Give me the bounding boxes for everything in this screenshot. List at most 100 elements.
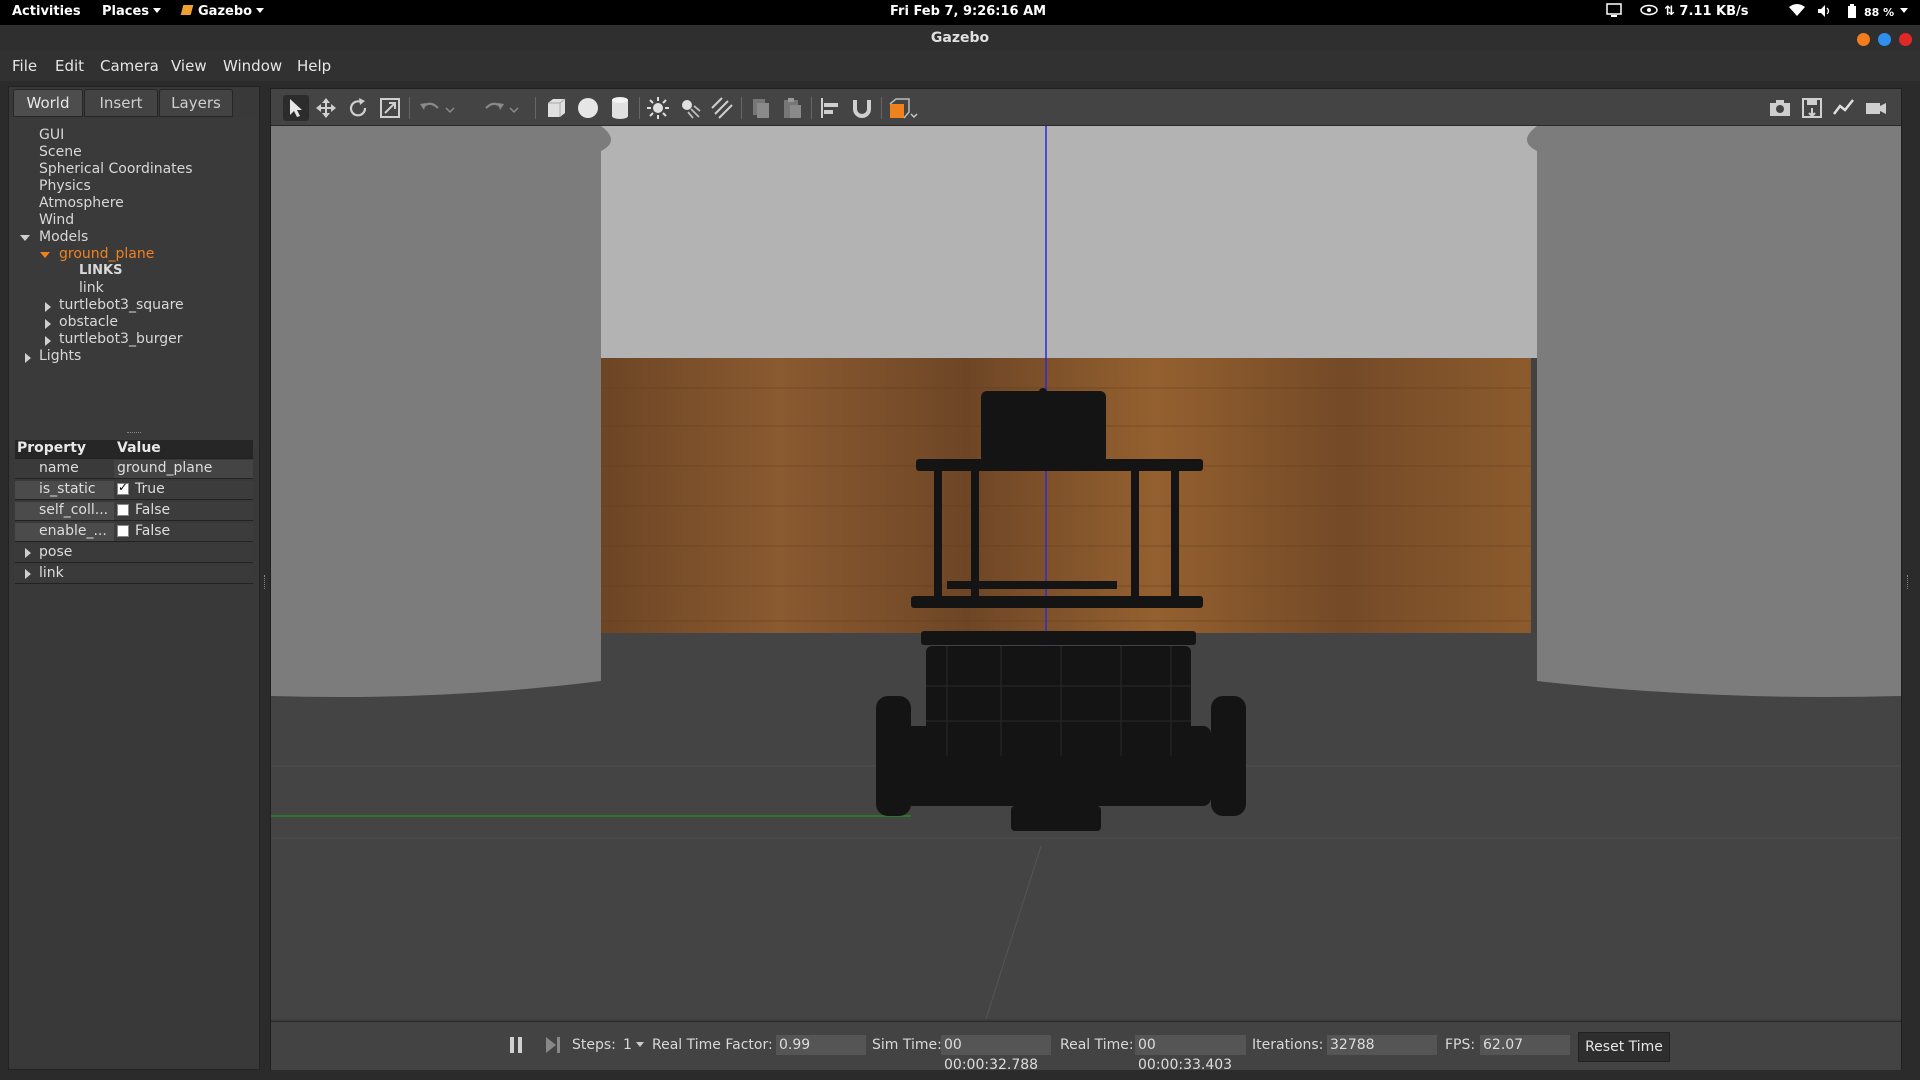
is-static-value: True xyxy=(135,481,165,497)
reset-time-button[interactable]: Reset Time xyxy=(1578,1032,1670,1062)
expand-turtlebot3-square-icon[interactable] xyxy=(45,302,51,312)
tree-item-atmosphere[interactable]: Atmosphere xyxy=(39,195,124,211)
status-bar: Steps: 1 Real Time Factor: 0.99 Sim Time… xyxy=(271,1021,1901,1073)
right-splitter-grip[interactable] xyxy=(1907,575,1910,589)
tree-item-lights[interactable]: Lights xyxy=(39,348,81,364)
steps-label: Steps: xyxy=(572,1037,616,1053)
self-collide-checkbox[interactable] xyxy=(117,504,129,516)
translate-mode-button[interactable] xyxy=(313,95,339,121)
property-name: pose xyxy=(39,544,73,560)
tree-item-obstacle[interactable]: obstacle xyxy=(59,314,118,330)
property-value[interactable]: ground_plane xyxy=(114,460,253,478)
toolbar-separator xyxy=(409,97,410,119)
menu-file[interactable]: File xyxy=(12,57,37,75)
tree-item-physics[interactable]: Physics xyxy=(39,178,91,194)
undo-button[interactable] xyxy=(417,95,443,121)
minimize-button[interactable] xyxy=(1857,33,1870,46)
scene-render[interactable] xyxy=(271,126,1901,1019)
insert-cylinder-button[interactable] xyxy=(607,95,633,121)
box-shape-icon xyxy=(548,98,566,117)
window-title-bar[interactable]: Gazebo xyxy=(0,25,1920,51)
redo-history-dropdown[interactable] xyxy=(507,95,521,121)
left-splitter-grip[interactable] xyxy=(264,575,267,589)
header-property: Property xyxy=(17,440,87,456)
menu-camera[interactable]: Camera xyxy=(100,57,159,75)
align-button[interactable] xyxy=(817,95,843,121)
point-light-button[interactable] xyxy=(645,95,671,121)
expand-turtlebot3-burger-icon[interactable] xyxy=(45,336,51,346)
menu-help[interactable]: Help xyxy=(297,57,331,75)
tree-item-scene[interactable]: Scene xyxy=(39,144,82,160)
wifi-icon[interactable] xyxy=(1789,4,1805,21)
clock[interactable]: Fri Feb 7, 9:26:16 AM xyxy=(890,4,1046,19)
toolbar-separator xyxy=(881,97,882,119)
tree-item-turtlebot3-burger[interactable]: turtlebot3_burger xyxy=(59,331,182,347)
snap-button[interactable] xyxy=(849,95,875,121)
tree-item-gui[interactable]: GUI xyxy=(39,127,64,143)
tab-layers[interactable]: Layers xyxy=(159,89,233,117)
log-data-button[interactable] xyxy=(1799,95,1825,121)
insert-box-button[interactable] xyxy=(543,95,569,121)
plot-button[interactable] xyxy=(1831,95,1857,121)
battery-icon[interactable] xyxy=(1848,4,1856,22)
places-menu[interactable]: Places xyxy=(102,4,162,19)
property-row-is-static[interactable]: is_static True xyxy=(15,480,253,500)
property-row-name[interactable]: name ground_plane xyxy=(15,460,253,479)
directional-light-icon xyxy=(711,97,733,119)
tree-item-wind[interactable]: Wind xyxy=(39,212,74,228)
expand-models-icon[interactable] xyxy=(20,235,30,241)
tab-insert[interactable]: Insert xyxy=(84,89,158,117)
paste-button[interactable] xyxy=(779,95,805,121)
network-speed[interactable]: ⇅ 7.11 KB/s xyxy=(1664,4,1749,19)
undo-history-dropdown[interactable] xyxy=(443,95,457,121)
system-menu-chevron-down-icon[interactable] xyxy=(1896,4,1908,19)
right-wheel xyxy=(1211,696,1246,816)
insert-sphere-button[interactable] xyxy=(575,95,601,121)
display-icon[interactable] xyxy=(1606,3,1622,22)
app-menu[interactable]: Gazebo xyxy=(180,4,265,19)
scale-mode-button[interactable] xyxy=(377,95,403,121)
enable-wind-checkbox[interactable] xyxy=(117,525,129,537)
step-button[interactable] xyxy=(545,1036,561,1058)
maximize-button[interactable] xyxy=(1878,33,1891,46)
view-angle-dropdown[interactable] xyxy=(887,95,921,121)
copy-button[interactable] xyxy=(747,95,773,121)
spot-light-button[interactable] xyxy=(677,95,703,121)
panel-splitter-handle[interactable] xyxy=(127,432,141,435)
video-record-button[interactable] xyxy=(1863,95,1889,121)
menu-window[interactable]: Window xyxy=(223,57,282,75)
expand-lights-icon[interactable] xyxy=(25,353,31,363)
tree-item-spherical-coordinates[interactable]: Spherical Coordinates xyxy=(39,161,193,177)
menu-edit[interactable]: Edit xyxy=(55,57,84,75)
tree-item-link[interactable]: link xyxy=(79,280,104,296)
tree-item-models[interactable]: Models xyxy=(39,229,88,245)
expand-ground-plane-icon[interactable] xyxy=(40,252,50,258)
eye-icon[interactable] xyxy=(1640,4,1658,20)
property-row-enable-wind[interactable]: enable_... False xyxy=(15,523,253,542)
directional-light-button[interactable] xyxy=(709,95,735,121)
tab-world[interactable]: World xyxy=(13,89,83,117)
tree-item-turtlebot3-square[interactable]: turtlebot3_square xyxy=(59,297,184,313)
menu-view[interactable]: View xyxy=(171,57,207,75)
tree-item-ground-plane[interactable]: ground_plane xyxy=(59,246,154,262)
3d-viewport[interactable] xyxy=(271,126,1901,1019)
steps-spinbox[interactable]: 1 xyxy=(623,1037,644,1053)
close-button[interactable] xyxy=(1899,33,1912,46)
iterations-value: 32788 xyxy=(1327,1035,1437,1055)
is-static-checkbox[interactable] xyxy=(117,480,129,495)
property-row-self-collide[interactable]: self_coll... False xyxy=(15,502,253,521)
fps-label: FPS: xyxy=(1445,1037,1476,1053)
scale-icon xyxy=(380,98,400,118)
volume-icon[interactable] xyxy=(1817,4,1833,22)
property-row-link[interactable]: link xyxy=(15,565,253,584)
activities-button[interactable]: Activities xyxy=(12,4,81,19)
property-row-pose[interactable]: pose xyxy=(15,544,253,563)
pause-button[interactable] xyxy=(508,1036,524,1058)
property-name: name xyxy=(15,460,113,478)
battery-percent[interactable]: 88 % xyxy=(1864,6,1894,19)
redo-button[interactable] xyxy=(481,95,507,121)
select-mode-button[interactable] xyxy=(283,95,309,121)
expand-obstacle-icon[interactable] xyxy=(45,319,51,329)
screenshot-button[interactable] xyxy=(1767,95,1793,121)
rotate-mode-button[interactable] xyxy=(345,95,371,121)
